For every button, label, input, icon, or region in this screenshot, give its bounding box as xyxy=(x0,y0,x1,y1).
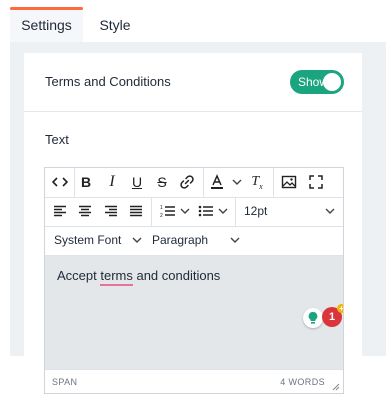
text-field-label: Text xyxy=(45,132,69,147)
block-format-select[interactable]: Paragraph xyxy=(152,226,208,255)
toolbar-separator xyxy=(151,197,152,226)
toolbar-separator xyxy=(273,168,274,197)
terms-row: Terms and Conditions Show xyxy=(24,53,362,112)
editor-content-area[interactable]: Accept terms and conditions 1 + xyxy=(45,255,343,369)
word-count: 4 WORDS xyxy=(280,377,325,387)
chevron-down-icon[interactable] xyxy=(132,237,142,244)
align-left-icon[interactable] xyxy=(49,200,71,222)
tab-style[interactable]: Style xyxy=(92,9,138,42)
italic-icon[interactable]: I xyxy=(101,171,123,193)
toolbar-row-1: B I U S Tx xyxy=(45,168,343,198)
align-right-icon[interactable] xyxy=(100,200,122,222)
numbered-list-icon[interactable]: 12 xyxy=(157,200,179,222)
font-family-select[interactable]: System Font xyxy=(54,226,121,255)
link-icon[interactable] xyxy=(176,171,198,193)
editor-text[interactable]: Accept terms and conditions xyxy=(57,268,221,286)
resize-handle-icon[interactable] xyxy=(332,383,340,391)
text-color-icon[interactable] xyxy=(206,171,228,193)
font-size-select[interactable]: 12pt xyxy=(244,197,267,226)
chevron-down-icon[interactable] xyxy=(218,208,228,215)
code-icon[interactable] xyxy=(49,171,71,193)
plus-icon: + xyxy=(337,304,343,313)
lightbulb-icon[interactable] xyxy=(303,308,323,328)
fullscreen-icon[interactable] xyxy=(305,171,327,193)
chevron-down-icon[interactable] xyxy=(325,208,335,215)
toolbar-row-2: 12 12pt xyxy=(45,197,343,227)
align-justify-icon[interactable] xyxy=(125,200,147,222)
terms-label: Terms and Conditions xyxy=(45,74,171,89)
spellcheck-word[interactable]: terms xyxy=(100,268,133,286)
bullet-list-icon[interactable] xyxy=(195,200,217,222)
toolbar-separator xyxy=(235,197,236,226)
chevron-down-icon[interactable] xyxy=(180,208,190,215)
underline-icon[interactable]: U xyxy=(126,171,148,193)
text-before: Accept xyxy=(57,268,101,283)
settings-card: Terms and Conditions Show Text B I U S T… xyxy=(24,53,362,394)
align-center-icon[interactable] xyxy=(74,200,96,222)
editor-status-bar: SPAN 4 WORDS xyxy=(45,369,343,393)
image-icon[interactable] xyxy=(278,171,300,193)
tab-settings[interactable]: Settings xyxy=(10,7,83,42)
toolbar-row-3: System Font Paragraph xyxy=(45,226,343,255)
tab-bar: Settings Style xyxy=(0,0,386,42)
element-path[interactable]: SPAN xyxy=(52,377,77,387)
rich-text-editor: B I U S Tx 1 2 12pt System Font Paragrap… xyxy=(44,167,344,394)
chevron-down-icon[interactable] xyxy=(232,179,242,186)
strikethrough-icon[interactable]: S xyxy=(151,171,173,193)
chevron-down-icon[interactable] xyxy=(230,237,240,244)
toolbar-separator xyxy=(203,168,204,197)
text-after: and conditions xyxy=(132,268,221,283)
svg-text:2: 2 xyxy=(160,213,163,218)
clear-format-icon[interactable]: Tx xyxy=(246,171,268,193)
bold-icon[interactable]: B xyxy=(75,171,97,193)
svg-text:1: 1 xyxy=(160,205,163,211)
toggle-knob xyxy=(323,73,341,91)
show-toggle[interactable]: Show xyxy=(290,70,344,94)
